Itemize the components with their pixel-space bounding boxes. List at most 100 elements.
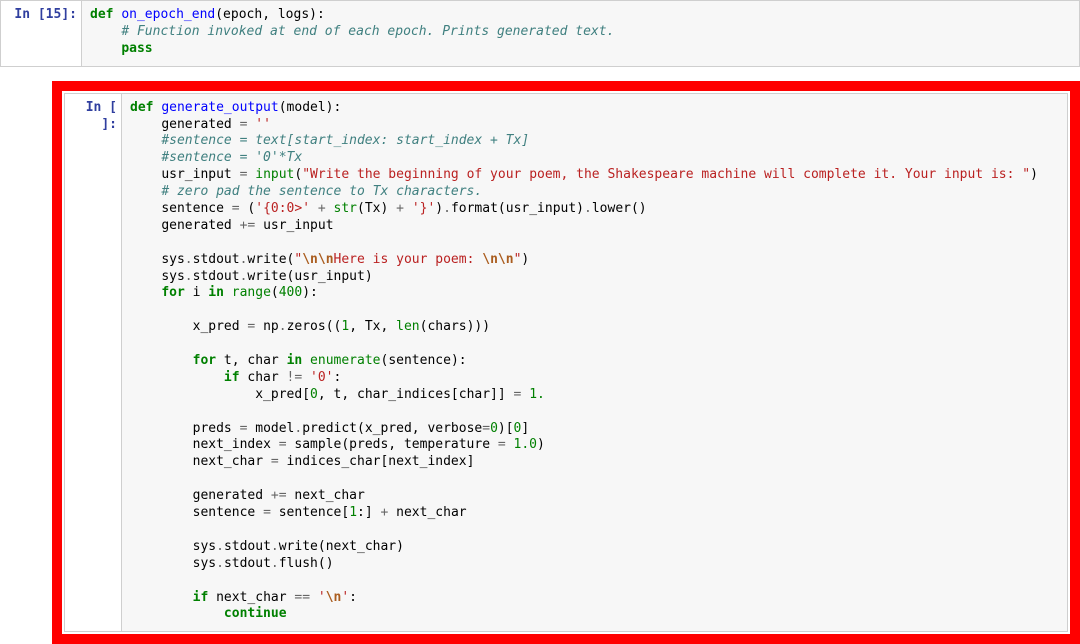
code-line: def generate_output(model):: [130, 100, 1059, 117]
token-pl: sentence[: [271, 505, 349, 520]
token-pl: [224, 285, 232, 300]
token-kw: pass: [121, 41, 152, 56]
code-cell-hidden-number[interactable]: In [ ]: def generate_output(model): gene…: [64, 93, 1068, 633]
code-line: usr_input = input("Write the beginning o…: [130, 167, 1059, 184]
code-line: def on_epoch_end(epoch, logs):: [90, 7, 1071, 24]
token-pl: format(usr_input): [451, 201, 584, 216]
token-cm: # zero pad the sentence to Tx characters…: [161, 184, 482, 199]
token-bi: range: [232, 285, 271, 300]
token-pun: .: [271, 556, 279, 571]
token-kw: def: [90, 7, 113, 22]
code-line: for i in range(400):: [130, 285, 1059, 302]
token-pun: =: [263, 505, 271, 520]
token-pl: next_char: [287, 488, 365, 503]
code-line: if next_char == '\n':: [130, 590, 1059, 607]
notebook: In [15]: def on_epoch_end(epoch, logs): …: [0, 0, 1080, 644]
token-pl: ): [1030, 167, 1038, 182]
token-kw: for: [193, 353, 216, 368]
token-pl: stdout: [224, 556, 271, 571]
code-line: continue: [130, 606, 1059, 623]
token-kw: in: [208, 285, 224, 300]
token-pun: !=: [287, 370, 303, 385]
token-pl: [521, 387, 529, 402]
code-line: for t, char in enumerate(sentence):: [130, 353, 1059, 370]
code-line: sys.stdout.write(usr_input): [130, 269, 1059, 286]
token-pl: t, char: [216, 353, 286, 368]
token-num: 1.0: [514, 437, 537, 452]
token-pl: usr_input: [255, 218, 333, 233]
token-pl: stdout: [193, 269, 240, 284]
token-st: "Write the beginning of your poem, the S…: [302, 167, 1030, 182]
token-bi: str: [334, 201, 357, 216]
token-pl: sentence: [193, 505, 263, 520]
token-pun: =: [271, 454, 279, 469]
code-line: sentence = sentence[1:] + next_char: [130, 505, 1059, 522]
code-line: next_index = sample(preds, temperature =…: [130, 437, 1059, 454]
token-kw: continue: [224, 606, 287, 621]
token-pun: ==: [294, 590, 310, 605]
token-pun: +=: [240, 218, 256, 233]
code-area[interactable]: def on_epoch_end(epoch, logs): # Functio…: [81, 1, 1079, 66]
token-pun: .: [216, 539, 224, 554]
token-kw: if: [224, 370, 240, 385]
token-pl: (Tx): [357, 201, 396, 216]
code-line: [130, 336, 1059, 353]
code-line: generated += next_char: [130, 488, 1059, 505]
token-pun: =: [279, 437, 287, 452]
code-line: [130, 471, 1059, 488]
token-st: '': [255, 117, 271, 132]
code-line: preds = model.predict(x_pred, verbose=0)…: [130, 421, 1059, 438]
code-line: x_pred[0, t, char_indices[char]] = 1.: [130, 387, 1059, 404]
token-pun: .: [216, 556, 224, 571]
code-line: [130, 302, 1059, 319]
token-st: ': [341, 590, 349, 605]
token-pl: , t, char_indices[char]]: [318, 387, 514, 402]
token-pl: flush(): [279, 556, 334, 571]
token-pl: write(next_char): [279, 539, 404, 554]
token-pl: )[: [498, 421, 514, 436]
token-pl: sys: [161, 252, 184, 267]
token-cm: # Function invoked at end of each epoch.…: [121, 24, 614, 39]
token-pl: :]: [357, 505, 380, 520]
code-line: x_pred = np.zeros((1, Tx, len(chars))): [130, 319, 1059, 336]
token-st: ': [318, 590, 326, 605]
token-pl: stdout: [193, 252, 240, 267]
token-pl: write(: [247, 252, 294, 267]
token-pl: [302, 370, 310, 385]
token-num: 400: [279, 285, 302, 300]
token-pl: sys: [161, 269, 184, 284]
token-pl: (epoch, logs):: [215, 7, 325, 22]
code-line: generated = '': [130, 117, 1059, 134]
token-pl: generated: [161, 218, 239, 233]
token-pl: (model):: [279, 100, 342, 115]
token-pl: [326, 201, 334, 216]
token-num: 1.: [529, 387, 545, 402]
cell-prompt: In [15]:: [1, 1, 81, 28]
token-pun: .: [584, 201, 592, 216]
code-area[interactable]: def generate_output(model): generated = …: [121, 94, 1067, 632]
token-pun: +: [396, 201, 404, 216]
token-pl: next_char: [388, 505, 466, 520]
token-pl: (chars))): [420, 319, 490, 334]
token-pl: next_char: [193, 454, 271, 469]
code-line: #sentence = '0'*Tx: [130, 150, 1059, 167]
token-kw: for: [161, 285, 184, 300]
token-bi: len: [396, 319, 419, 334]
token-pun: =: [482, 421, 490, 436]
highlighted-cell-border: In [ ]: def generate_output(model): gene…: [52, 81, 1080, 644]
cell-prompt: In [ ]:: [65, 94, 121, 138]
token-num: 0: [310, 387, 318, 402]
token-bi: input: [255, 167, 294, 182]
code-line: next_char = indices_char[next_index]: [130, 454, 1059, 471]
code-cell-15[interactable]: In [15]: def on_epoch_end(epoch, logs): …: [0, 0, 1080, 67]
token-cm: #sentence = text[start_index: start_inde…: [161, 133, 529, 148]
token-st: '0': [310, 370, 333, 385]
code-line: pass: [90, 41, 1071, 58]
token-st: '}': [412, 201, 435, 216]
token-pun: .: [279, 319, 287, 334]
code-line: #sentence = text[start_index: start_inde…: [130, 133, 1059, 150]
token-pl: stdout: [224, 539, 271, 554]
code-line: sys.stdout.flush(): [130, 556, 1059, 573]
token-st: Here is your poem:: [334, 252, 483, 267]
token-pl: model: [247, 421, 294, 436]
